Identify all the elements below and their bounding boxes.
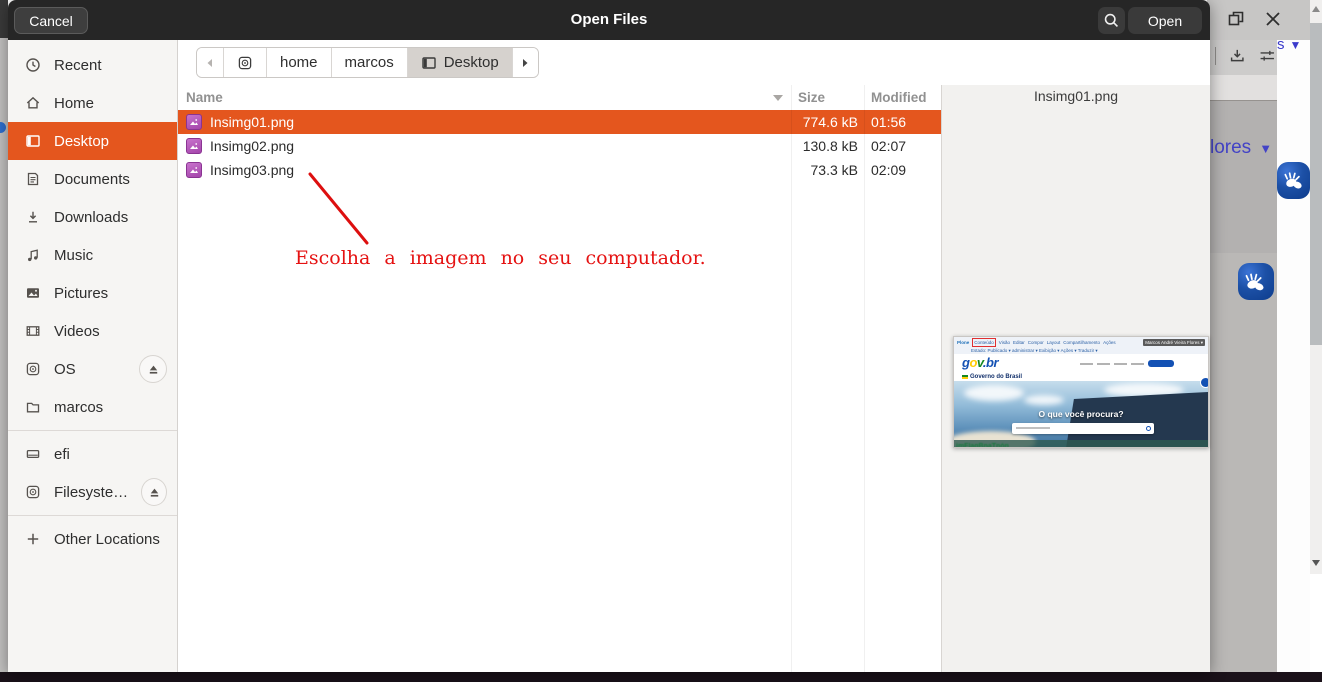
sidebar-item-documents[interactable]: Documents (8, 160, 177, 198)
sidebar-item-downloads[interactable]: Downloads (8, 198, 177, 236)
thumbnail-cms-toolbar: Plone Conteúdo Visão Editar Compor Layou… (954, 337, 1208, 354)
eject-icon (148, 486, 161, 499)
thumbnail-hero: O que você procura? ímFlagBnaTnón (954, 381, 1208, 448)
image-file-icon (186, 114, 202, 130)
file-row[interactable]: Insimg01.png 774.6 kB 01:56 (178, 110, 941, 134)
clock-icon (25, 57, 41, 73)
sidebar-item-desktop[interactable]: Desktop (8, 122, 177, 160)
pathbar: home marcos Desktop (196, 47, 539, 78)
folder-icon (25, 399, 41, 415)
path-back-button[interactable] (197, 48, 223, 77)
film-icon (25, 323, 41, 339)
sidebar-item-music[interactable]: Music (8, 236, 177, 274)
desktop-icon (421, 55, 437, 71)
places-sidebar: Recent Home Desktop (8, 40, 178, 672)
open-button[interactable]: Open (1128, 7, 1202, 34)
file-row[interactable]: Insimg02.png 130.8 kB 02:07 (178, 134, 941, 158)
path-crumb-home[interactable]: home (266, 48, 331, 77)
image-file-icon (186, 162, 202, 178)
scroll-up-arrow[interactable] (1312, 6, 1320, 12)
sidebar-separator (8, 515, 177, 516)
sidebar-item-pictures[interactable]: Pictures (8, 274, 177, 312)
picture-icon (25, 285, 41, 301)
sidebar-item-other-locations[interactable]: Other Locations (8, 520, 177, 558)
disk-icon (25, 361, 41, 377)
hands-icon (1281, 168, 1306, 193)
sidebar-item-os[interactable]: OS (8, 350, 177, 388)
vlibras-badge[interactable] (1277, 162, 1310, 199)
search-icon (1103, 12, 1120, 29)
chevron-left-icon (205, 58, 215, 68)
vlibras-badge[interactable] (1238, 263, 1274, 300)
search-icon (1146, 426, 1151, 431)
sidebar-item-videos[interactable]: Videos (8, 312, 177, 350)
background-right-area: lores ▼ s ▼ (1207, 0, 1322, 672)
file-row[interactable]: Insimg03.png 73.3 kB 02:09 (178, 158, 941, 182)
bottom-bar (0, 672, 1322, 682)
background-left-strip (0, 0, 8, 672)
thumbnail-search-box (1012, 423, 1154, 434)
sidebar-item-recent[interactable]: Recent (8, 46, 177, 84)
sidebar-item-marcos[interactable]: marcos (8, 388, 177, 426)
sidebar-separator (8, 430, 177, 431)
image-file-icon (186, 138, 202, 154)
plus-icon (25, 531, 41, 547)
column-header-size[interactable]: Size (791, 90, 864, 105)
list-header: Name Size Modified (178, 85, 941, 110)
eject-button[interactable] (139, 355, 167, 383)
thumbnail-govbr-header: gov.br Governo do Brasil (954, 354, 1208, 381)
download-arrow-icon (25, 209, 41, 225)
window-restore-icon[interactable] (1227, 10, 1245, 28)
column-header-modified[interactable]: Modified (864, 90, 927, 105)
dialog-title: Open Files (8, 0, 1210, 40)
path-disk-button[interactable] (223, 48, 266, 77)
open-files-dialog: Open Files Cancel Open Recent (8, 0, 1210, 672)
disk-icon (237, 55, 253, 71)
preview-thumbnail: Plone Conteúdo Visão Editar Compor Layou… (953, 336, 1209, 448)
scroll-down-arrow[interactable] (1312, 560, 1320, 566)
annotation-text: Escolha a imagem no seu computador. (295, 247, 706, 269)
sort-descending-icon (773, 95, 783, 101)
cancel-button[interactable]: Cancel (14, 7, 88, 34)
background-dropdown-top[interactable]: s ▼ (1277, 36, 1301, 53)
preview-pane: Insimg01.png Plone Conteúdo Visão Editar… (941, 85, 1210, 672)
govbr-logo: gov.br (962, 355, 998, 370)
sliders-icon[interactable] (1258, 46, 1277, 66)
pathbar-row: home marcos Desktop (178, 40, 1210, 85)
drive-icon (25, 446, 41, 462)
path-forward-button[interactable] (512, 48, 538, 77)
column-header-name[interactable]: Name (178, 90, 791, 105)
disk-icon (25, 484, 41, 500)
search-button[interactable] (1098, 7, 1125, 34)
preview-filename: Insimg01.png (942, 88, 1210, 104)
hands-icon (1242, 269, 1268, 295)
thumbnail-blue-widget (1200, 377, 1209, 388)
download-icon[interactable] (1228, 46, 1247, 66)
background-blue-dot (0, 122, 6, 133)
dialog-titlebar: Open Files Cancel Open (8, 0, 1210, 40)
brazil-flag-icon (962, 375, 968, 379)
desktop-icon (25, 133, 41, 149)
toolbar-separator (1215, 47, 1216, 65)
sidebar-item-efi[interactable]: efi (8, 435, 177, 473)
sidebar-item-filesystem[interactable]: Filesyste… (8, 473, 177, 511)
eject-icon (147, 363, 160, 376)
eject-button[interactable] (141, 478, 167, 506)
window-close-icon[interactable] (1263, 9, 1283, 29)
page-scrollbar[interactable] (1310, 0, 1322, 672)
file-list: Name Size Modified Insimg01.p (178, 85, 941, 672)
path-crumb-desktop[interactable]: Desktop (407, 48, 512, 77)
scrollbar-thumb[interactable] (1310, 23, 1322, 345)
sidebar-item-home[interactable]: Home (8, 84, 177, 122)
background-dropdown-valores[interactable]: lores ▼ (1210, 137, 1272, 159)
music-note-icon (25, 247, 41, 263)
govbr-login-button (1148, 360, 1174, 367)
chevron-right-icon (520, 58, 530, 68)
chevron-down-icon: ▼ (1259, 141, 1272, 156)
home-icon (25, 95, 41, 111)
screen: lores ▼ s ▼ (0, 0, 1322, 682)
path-crumb-marcos[interactable]: marcos (331, 48, 407, 77)
document-icon (25, 171, 41, 187)
chevron-down-icon: ▼ (1290, 38, 1302, 53)
